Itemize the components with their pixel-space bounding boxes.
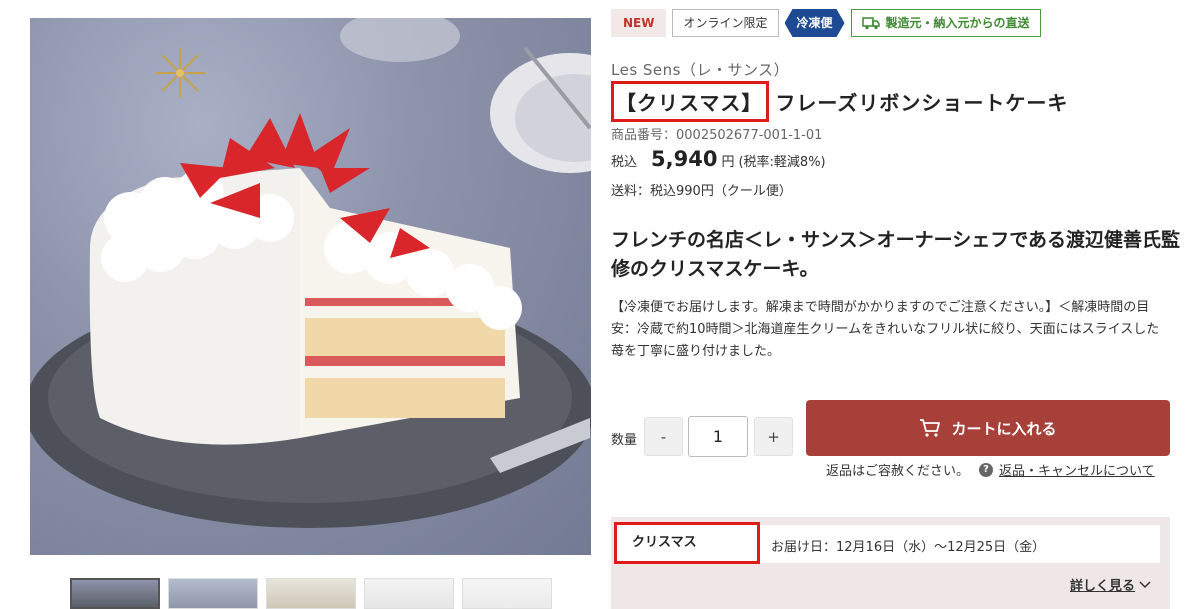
online-only-badge: オンライン限定 xyxy=(672,9,779,37)
direct-shipping-label: 製造元・納入元からの直送 xyxy=(885,16,1030,30)
tax-included-label: 税込 xyxy=(611,155,638,170)
title-christmas-highlight: 【クリスマス】 xyxy=(611,80,770,122)
thumbnail-1[interactable] xyxy=(70,578,160,609)
price-currency: 円 xyxy=(721,155,735,170)
shipping-fee: 送料：税込990円（クール便） xyxy=(611,184,792,199)
product-headline: フレンチの名店＜レ・サンス＞オーナーシェフである渡辺健善氏監修のクリスマスケーキ… xyxy=(611,229,1181,280)
brand-name[interactable]: Les Sens（レ・サンス） xyxy=(611,59,789,80)
direct-shipping-badge: 製造元・納入元からの直送 xyxy=(850,9,1041,37)
quantity-label: 数量 xyxy=(611,433,638,448)
add-to-cart-label: カートに入れる xyxy=(951,419,1057,438)
new-badge: NEW xyxy=(611,9,667,37)
star-ornament xyxy=(155,48,205,98)
cake-photo xyxy=(30,18,591,528)
thumbnail-2[interactable] xyxy=(168,578,258,609)
add-to-cart-button[interactable]: カートに入れる xyxy=(806,400,1170,456)
title-text: フレーズリボンショートケーキ xyxy=(775,90,1069,115)
returns-notice: 返品はご容赦ください。 ? 返品・キャンセルについて xyxy=(826,460,1155,479)
thumbnail-4[interactable] xyxy=(364,578,454,609)
details-link[interactable]: 詳しく見る xyxy=(1070,575,1151,594)
price-value: 5,940 xyxy=(651,147,718,171)
quantity-increase-button[interactable]: + xyxy=(754,417,793,456)
frozen-delivery-badge: 冷凍便 xyxy=(785,9,845,37)
badge-row: NEW オンライン限定 冷凍便 製造元・納入元からの直送 xyxy=(611,9,1041,37)
product-title: 【クリスマス】 フレーズリボンショートケーキ xyxy=(611,80,1069,122)
price-row: 税込 5,940 円 (税率:軽減8%) xyxy=(611,147,826,171)
delivery-date: お届け日：12月16日（水）～12月25日（金） xyxy=(771,540,1046,555)
schedule-tag-christmas: クリスマス xyxy=(614,522,760,564)
chevron-down-icon xyxy=(1139,580,1151,588)
thumbnail-strip xyxy=(70,578,552,609)
thumbnail-5[interactable] xyxy=(462,578,552,609)
details-label: 詳しく見る xyxy=(1070,579,1136,594)
item-number: 商品番号：0002502677-001-1-01 xyxy=(611,128,823,143)
cart-icon xyxy=(920,419,941,437)
returns-cancel-link[interactable]: 返品・キャンセルについて xyxy=(999,460,1155,479)
tax-rate: (税率:軽減8%) xyxy=(738,155,826,170)
thumbnail-3[interactable] xyxy=(266,578,356,609)
returns-text: 返品はご容赦ください。 xyxy=(826,464,970,479)
quantity-decrease-button[interactable]: - xyxy=(644,417,683,456)
product-main-image xyxy=(30,18,591,555)
truck-icon xyxy=(861,17,880,30)
product-description: 【冷凍便でお届けします。解凍まで時間がかかりますのでご注意ください。】＜解凍時間… xyxy=(611,300,1160,359)
help-icon: ? xyxy=(979,462,994,477)
quantity-input[interactable] xyxy=(688,416,748,457)
